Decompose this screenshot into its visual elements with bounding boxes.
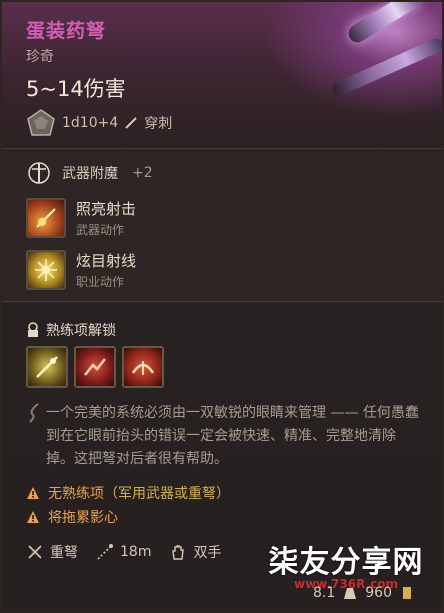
damage-dice-row: 1d10+4 穿刺 [26, 108, 172, 138]
enchant-label: 武器附魔 [62, 166, 118, 182]
range-icon [97, 544, 113, 560]
warning-no-proficiency: 无熟练项 （军用武器或重弩） [26, 483, 230, 503]
action-illuminate-shot[interactable]: 照亮射击 武器动作 [26, 198, 136, 238]
property-range: 18m [96, 543, 151, 561]
warning-detail: （军用武器或重弩） [104, 486, 230, 502]
quill-icon [29, 403, 39, 423]
property-two-handed: 双手 [169, 542, 221, 562]
action-title: 照亮射击 [76, 200, 137, 218]
damage-dice: 1d10+4 [62, 115, 119, 131]
gold-icon [403, 587, 411, 599]
property-label: 重弩 [50, 545, 78, 561]
property-label: 18m [120, 544, 152, 560]
illuminate-shot-icon [26, 198, 66, 238]
weight-icon [344, 588, 357, 599]
lock-icon [28, 322, 38, 337]
item-value: 960 [365, 585, 392, 601]
action-title: 炫目射线 [76, 252, 137, 270]
action-dazzling-ray[interactable]: 炫目射线 职业动作 [26, 250, 136, 290]
proficiency-unlock-header: 熟练项解锁 [26, 320, 116, 340]
divider [2, 301, 442, 302]
property-crossbow: 重弩 [26, 542, 78, 562]
warning-icon [27, 487, 39, 499]
dazzling-ray-icon [26, 250, 66, 290]
mobile-shot-icon[interactable] [74, 346, 116, 388]
proficiency-unlock-label: 熟练项解锁 [46, 323, 116, 339]
enchant-icon [28, 162, 50, 184]
weapon-enchant: 武器附魔 +2 [26, 160, 153, 186]
watermark-title: 柒友分享网 [268, 545, 424, 580]
damage-range: 5~14伤害 [26, 77, 126, 101]
warning-encumber: 将拖累影心 [26, 507, 118, 527]
item-name: 蛋装药弩 [26, 20, 107, 42]
d10-dice-icon [27, 109, 55, 136]
piercing-shot-icon[interactable] [26, 346, 68, 388]
action-subtitle: 职业动作 [76, 275, 125, 289]
lore-text: 一个完美的系统必须由一双敏锐的眼睛来管理 —— 任何愚蠢到在它眼前抬头的错误一定… [46, 405, 419, 467]
item-footer: 8.1 960 [313, 585, 414, 601]
warning-text: 将拖累影心 [48, 510, 118, 526]
brace-icon[interactable] [122, 346, 164, 388]
weapon-properties: 重弩 18m 双手 [26, 542, 229, 562]
piercing-icon [125, 117, 137, 129]
enchant-bonus: +2 [132, 165, 153, 181]
hand-icon [172, 545, 185, 560]
crossbow-icon [28, 545, 42, 559]
property-label: 双手 [193, 545, 222, 561]
item-weight: 8.1 [313, 585, 336, 601]
warning-icon [27, 511, 39, 523]
warning-text: 无熟练项 [48, 486, 104, 502]
damage-type: 穿刺 [144, 116, 173, 132]
item-rarity: 珍奇 [26, 49, 54, 65]
site-watermark: 柒友分享网 www.736R.com [258, 540, 434, 591]
item-tooltip: 蛋装药弩 珍奇 5~14伤害 1d10+4 穿刺 武器附魔 +2 照亮射击 武器… [0, 0, 444, 613]
action-subtitle: 武器动作 [76, 223, 125, 237]
unlock-icon-row [26, 346, 164, 388]
